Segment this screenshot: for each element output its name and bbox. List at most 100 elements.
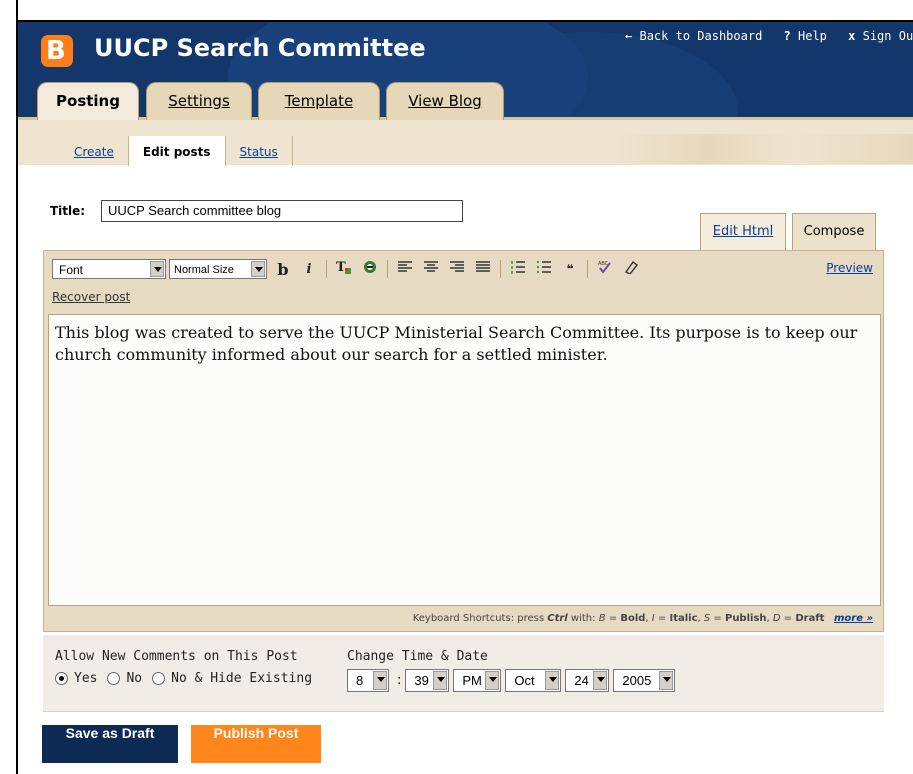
shortcut-key: B: [598, 613, 606, 624]
tab-view-blog[interactable]: View Blog: [386, 82, 504, 121]
tab-posting[interactable]: Posting: [37, 82, 139, 121]
preview-link[interactable]: Preview: [826, 261, 873, 275]
post-body-textarea[interactable]: This blog was created to serve the UUCP …: [48, 314, 881, 606]
date-label: Change Time & Date: [347, 649, 488, 664]
post-options: Allow New Comments on This Post Yes No N…: [43, 635, 884, 712]
bullet-list-icon[interactable]: [533, 260, 555, 278]
publish-post-button[interactable]: Publish Post: [191, 725, 321, 763]
arrow-left-icon: ←: [625, 29, 633, 43]
dropdown-arrow-icon: [485, 671, 500, 690]
ampm-select[interactable]: PM: [453, 669, 502, 692]
radio-label: No & Hide Existing: [171, 671, 313, 686]
radio-icon[interactable]: [55, 672, 68, 685]
comments-option-no-hide[interactable]: No & Hide Existing: [152, 671, 312, 686]
dropdown-arrow-icon: [433, 671, 448, 690]
shortcut-label: Bold: [620, 613, 646, 624]
spellcheck-icon[interactable]: ABC: [594, 259, 616, 279]
dropdown-arrow-icon: [593, 671, 608, 690]
day-select[interactable]: 24: [565, 669, 610, 692]
year-value: 2005: [622, 673, 652, 688]
year-select[interactable]: 2005: [613, 669, 676, 692]
minute-select[interactable]: 39: [405, 669, 450, 692]
align-center-icon[interactable]: [420, 261, 442, 277]
help-icon: ?: [783, 29, 791, 43]
edit-html-tab[interactable]: Edit Html: [700, 213, 786, 251]
top-links: ← Back to Dashboard ? Help x Sign Out: [625, 29, 913, 43]
text-color-icon[interactable]: T: [333, 259, 355, 279]
time-separator: :: [397, 673, 402, 688]
help-label: Help: [798, 29, 827, 43]
tab-template[interactable]: Template: [258, 82, 380, 121]
radio-label: No: [126, 671, 143, 686]
back-to-dashboard-link[interactable]: ← Back to Dashboard: [625, 29, 762, 43]
italic-icon[interactable]: i: [298, 262, 320, 277]
size-select-value: Normal Size: [174, 264, 234, 276]
size-select[interactable]: Normal Size: [169, 259, 267, 279]
subnav-item-status[interactable]: Status: [226, 136, 293, 166]
blogger-logo[interactable]: B: [41, 35, 73, 67]
align-left-icon[interactable]: [394, 261, 416, 277]
dropdown-arrow-icon: [545, 671, 560, 690]
bold-icon[interactable]: b: [272, 260, 294, 279]
back-to-dashboard-label: Back to Dashboard: [639, 29, 763, 43]
blog-title[interactable]: UUCP Search Committee: [94, 34, 426, 62]
shortcut-prefix: Keyboard Shortcuts: press: [412, 613, 545, 624]
justify-icon[interactable]: [472, 261, 494, 277]
shortcut-ctrl: Ctrl: [547, 613, 568, 624]
hour-value: 8: [356, 673, 364, 688]
editor-toolbar: Font Normal Size b i T ❝ ABC: [52, 257, 644, 281]
day-value: 24: [574, 673, 589, 688]
shortcut-key: I: [651, 613, 655, 624]
svg-text:T: T: [336, 260, 346, 275]
blockquote-icon[interactable]: ❝: [559, 262, 581, 276]
link-icon[interactable]: [359, 259, 381, 279]
close-icon: x: [848, 29, 856, 43]
tab-label: Template: [284, 92, 354, 110]
comments-option-yes[interactable]: Yes: [55, 671, 97, 686]
edit-html-label: Edit Html: [712, 224, 774, 239]
month-value: Oct: [514, 673, 535, 688]
compose-label: Compose: [803, 224, 865, 239]
subnav-decoration: [618, 134, 913, 164]
numbered-list-icon[interactable]: [507, 260, 529, 278]
month-select[interactable]: Oct: [505, 669, 562, 692]
radio-icon[interactable]: [152, 672, 166, 685]
date-time-selects: 8 : 39 PM Oct 24 2005: [347, 669, 679, 692]
recover-post-link[interactable]: Recover post: [52, 290, 130, 304]
font-select[interactable]: Font: [52, 259, 166, 279]
subnav-label: Edit posts: [142, 145, 211, 159]
dropdown-arrow-icon: [251, 261, 265, 277]
hour-select[interactable]: 8: [347, 669, 389, 692]
tab-label: Posting: [56, 92, 120, 110]
comments-option-no[interactable]: No: [107, 671, 142, 686]
toolbar-separator: [387, 260, 388, 278]
help-link[interactable]: ? Help: [784, 29, 827, 43]
minute-value: 39: [414, 673, 429, 688]
toolbar-separator: [500, 260, 501, 278]
dropdown-arrow-icon: [373, 671, 387, 690]
keyboard-shortcuts-hint: Keyboard Shortcuts: press Ctrl with: B =…: [412, 613, 873, 624]
sign-out-link[interactable]: x Sign Out: [848, 29, 913, 43]
post-editor: Font Normal Size b i T ❝ ABC Preview Rec…: [43, 250, 884, 632]
toolbar-separator: [326, 260, 327, 278]
compose-tab[interactable]: Compose: [792, 213, 876, 251]
tab-label: Settings: [168, 92, 230, 110]
subnav-item-edit-posts[interactable]: Edit posts: [128, 136, 226, 166]
more-shortcuts-link[interactable]: more »: [834, 613, 873, 624]
shortcut-label: Publish: [724, 613, 767, 624]
tab-settings[interactable]: Settings: [146, 82, 252, 121]
radio-icon[interactable]: [107, 672, 121, 685]
align-right-icon[interactable]: [446, 261, 468, 277]
dropdown-arrow-icon: [659, 671, 674, 690]
ampm-value: PM: [462, 673, 482, 688]
remove-formatting-icon[interactable]: [620, 260, 642, 278]
sign-out-label: Sign Out: [862, 29, 913, 43]
subnav-item-create[interactable]: Create: [18, 136, 129, 166]
save-as-draft-button[interactable]: Save as Draft: [42, 725, 178, 763]
title-label: Title:: [50, 204, 86, 218]
shortcut-label: Italic: [669, 613, 698, 624]
subnav-label: Create: [74, 145, 114, 159]
toolbar-separator: [587, 260, 588, 278]
title-input[interactable]: UUCP Search committee blog: [101, 200, 463, 222]
shortcut-with: with:: [570, 613, 596, 624]
